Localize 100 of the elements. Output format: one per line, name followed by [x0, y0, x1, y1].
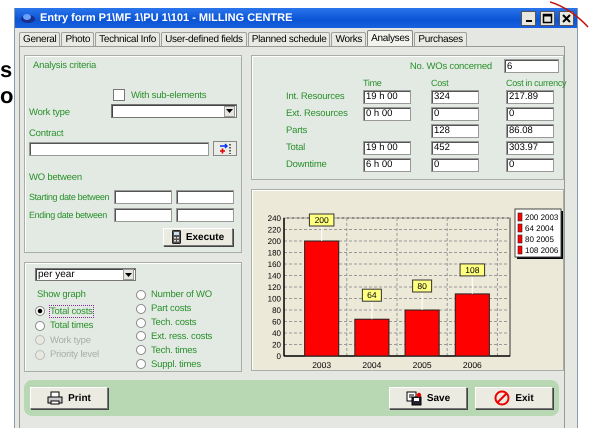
value-field[interactable]: 19 h 00 — [363, 140, 411, 154]
radio-label: Work type — [50, 334, 91, 346]
radio-button[interactable] — [136, 359, 146, 370]
field-label: Contract — [29, 128, 64, 139]
radio-button[interactable] — [136, 318, 146, 328]
y-tick-label: 220 — [268, 226, 282, 234]
minimize-icon — [526, 20, 532, 22]
axis-label: 2006 — [462, 360, 482, 370]
radio-label: Tech. costs — [151, 317, 196, 328]
radio-button[interactable] — [136, 331, 146, 342]
tab[interactable]: Photo — [61, 32, 94, 46]
radio-button[interactable] — [136, 290, 146, 300]
radio-label: Ext. ress. costs — [151, 330, 212, 342]
field-label: Work type — [29, 107, 70, 118]
date-field[interactable] — [176, 208, 234, 222]
date-field[interactable] — [114, 190, 172, 204]
dropdown-arrow-icon — [226, 109, 233, 113]
contract-field[interactable] — [29, 142, 209, 156]
minimize-button[interactable] — [521, 10, 536, 26]
value-field[interactable]: 324 — [431, 90, 479, 104]
radio-label: Number of WO — [151, 289, 212, 300]
y-tick-label: 100 — [268, 294, 282, 304]
work-type-dropdown[interactable] — [111, 104, 237, 118]
radio-label: Total costs — [50, 306, 93, 317]
y-tick-label: 120 — [268, 283, 282, 292]
y-tick-label: 140 — [268, 272, 282, 280]
app-icon — [20, 12, 36, 24]
value-field[interactable]: 217.89 — [506, 90, 554, 104]
exit-button[interactable]: Exit — [475, 387, 553, 409]
value-field[interactable]: 86.08 — [506, 124, 554, 138]
column-header: Cost in currency — [506, 78, 566, 88]
row-label: Total — [286, 142, 306, 153]
count-field[interactable]: 6 — [504, 59, 559, 73]
close-button[interactable] — [559, 10, 574, 26]
tab[interactable]: Works — [331, 32, 366, 46]
radio-button[interactable] — [136, 345, 146, 356]
arc-line — [550, 0, 590, 29]
tab[interactable]: General — [19, 32, 60, 46]
axis-label: 2003 — [312, 360, 332, 370]
date-field[interactable] — [114, 208, 172, 222]
value-field[interactable]: 0 — [431, 158, 479, 172]
value-field[interactable]: 0 — [431, 106, 479, 120]
chart-legend: 200 2003 64 2004 80 2005 108 2006 — [514, 208, 563, 259]
y-tick-label: 180 — [268, 248, 282, 258]
checkbox[interactable] — [113, 89, 125, 101]
column-header: Time — [363, 78, 382, 88]
value-field[interactable]: 0 — [506, 106, 554, 120]
y-tick-label: 200 — [268, 237, 282, 246]
background-text: o — [0, 84, 14, 108]
data-label: 108 — [460, 263, 486, 276]
period-dropdown[interactable]: per year — [35, 268, 136, 281]
value-field[interactable]: 19 h 00 — [363, 90, 411, 104]
value-field[interactable]: 0 — [506, 158, 554, 172]
y-axis: 0 20 40 60 80 100 120 140 160 180 200 220 240 — [268, 214, 285, 361]
execute-button[interactable]: Execute — [163, 228, 233, 246]
value-field[interactable]: 6 h 00 — [363, 158, 411, 172]
tab[interactable]: Planned schedule — [248, 32, 330, 46]
field-label: Starting date between — [29, 192, 110, 202]
radio-button[interactable] — [136, 304, 146, 314]
radio-label: Suppl. times — [151, 358, 201, 370]
radio-label: Total times — [50, 320, 94, 332]
value-field[interactable]: 128 — [431, 124, 479, 138]
column-header: Cost — [431, 78, 448, 88]
checkbox-label: With sub-elements — [131, 90, 206, 100]
print-button[interactable]: Print — [30, 387, 108, 409]
radio-button[interactable] — [35, 320, 45, 331]
date-field[interactable] — [176, 190, 234, 204]
window-title: Entry form P1\MF 1\PU 1\101 - MILLING CENTRE — [40, 12, 292, 24]
calculator-icon — [172, 230, 181, 244]
row-label: Ext. Resources — [286, 108, 348, 119]
y-tick-label: 0 — [276, 352, 282, 361]
save-icon — [406, 390, 422, 406]
data-label: 108 — [465, 264, 480, 275]
picker-button[interactable] — [212, 141, 237, 156]
axis-label: 2005 — [412, 360, 432, 370]
tab[interactable]: Technical Info — [95, 32, 160, 46]
background-text: s — [0, 58, 14, 82]
row-label: Downtime — [286, 159, 327, 170]
radio-button[interactable] — [35, 306, 45, 316]
value-field[interactable]: 303.97 — [506, 140, 554, 154]
y-tick-label: 160 — [268, 260, 282, 269]
value-field[interactable]: 452 — [431, 140, 479, 154]
data-label: 200 — [308, 214, 334, 226]
y-tick-label: 20 — [272, 340, 282, 350]
y-tick-label: 80 — [272, 306, 282, 315]
row-label: Parts — [286, 125, 308, 136]
data-label: 80 — [412, 280, 432, 292]
maximize-button[interactable] — [540, 10, 555, 26]
row-label: Int. Resources — [286, 91, 344, 102]
y-tick-label: 40 — [272, 329, 282, 338]
section-label: WO between — [29, 172, 83, 183]
tab[interactable]: User-defined fields — [161, 32, 247, 46]
radio-label: Priority level — [50, 349, 99, 360]
save-button[interactable]: Save — [389, 387, 467, 409]
tab[interactable]: Purchases — [414, 32, 467, 46]
field-label: Ending date between — [29, 210, 108, 220]
tab[interactable]: Analyses — [367, 30, 414, 46]
value-field[interactable]: 0 h 00 — [363, 106, 411, 120]
data-label: 64 — [362, 288, 382, 302]
data-label: 64 — [367, 290, 377, 300]
